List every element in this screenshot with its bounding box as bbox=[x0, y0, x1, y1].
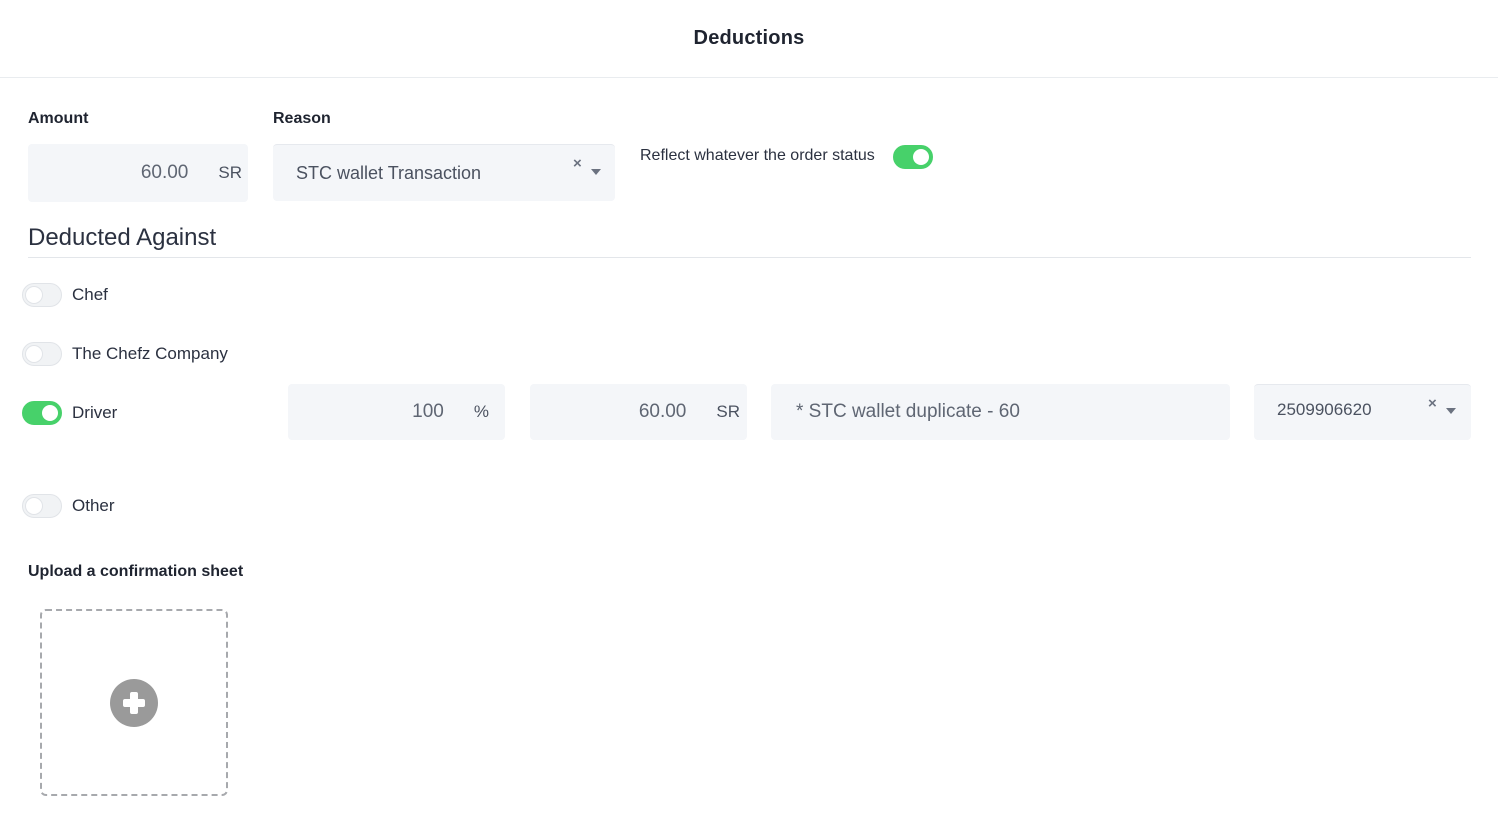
toggle-knob bbox=[42, 405, 58, 421]
reason-value: STC wallet Transaction bbox=[296, 162, 482, 183]
driver-id-clear-icon[interactable]: × bbox=[1428, 395, 1437, 412]
toggle-knob bbox=[26, 346, 42, 362]
plus-circle-icon bbox=[110, 678, 158, 727]
driver-id-value: 2509906620 bbox=[1277, 400, 1372, 419]
upload-label: Upload a confirmation sheet bbox=[28, 563, 244, 580]
toggle-knob bbox=[26, 498, 42, 514]
upload-dropzone[interactable] bbox=[40, 609, 228, 796]
other-label: Other bbox=[72, 496, 115, 515]
percent-unit: % bbox=[473, 402, 489, 421]
reason-select[interactable]: STC wallet Transaction × bbox=[273, 144, 615, 201]
driver-id-select[interactable]: 2509906620 × bbox=[1254, 384, 1471, 440]
driver-toggle[interactable] bbox=[22, 401, 62, 425]
page-title: Deductions bbox=[693, 27, 805, 49]
chefz-company-toggle[interactable] bbox=[22, 342, 62, 366]
driver-amount-unit: SR bbox=[716, 402, 740, 421]
driver-note-input[interactable]: * STC wallet duplicate - 60 bbox=[771, 384, 1230, 440]
driver-note-value: * STC wallet duplicate - 60 bbox=[796, 401, 1020, 422]
reason-clear-icon[interactable]: × bbox=[573, 155, 582, 172]
driver-label: Driver bbox=[72, 403, 118, 422]
amount-value: 60.00 bbox=[140, 162, 189, 183]
deducted-against-title: Deducted Against bbox=[28, 224, 217, 251]
header: Deductions bbox=[0, 0, 1498, 78]
driver-id-chevron-down-icon[interactable] bbox=[1446, 408, 1456, 414]
toggle-knob bbox=[26, 287, 42, 303]
reflect-toggle[interactable] bbox=[893, 145, 933, 169]
driver-percent-value: 100 bbox=[412, 401, 444, 422]
driver-amount-input[interactable]: 60.00 SR bbox=[530, 384, 747, 440]
driver-percent-input[interactable]: 100 % bbox=[288, 384, 505, 440]
reflect-label: Reflect whatever the order status bbox=[640, 147, 875, 164]
section-divider bbox=[28, 257, 1471, 258]
chef-toggle[interactable] bbox=[22, 283, 62, 307]
chef-label: Chef bbox=[72, 285, 108, 304]
reason-chevron-down-icon[interactable] bbox=[591, 169, 601, 175]
chefz-company-label: The Chefz Company bbox=[72, 344, 228, 363]
amount-label: Amount bbox=[28, 110, 89, 127]
toggle-knob bbox=[913, 149, 929, 165]
deductions-page: Deductions Amount 60.00 SR Reason STC wa… bbox=[0, 0, 1498, 818]
amount-input[interactable]: 60.00 SR bbox=[28, 144, 248, 202]
other-toggle[interactable] bbox=[22, 494, 62, 518]
driver-amount-value: 60.00 bbox=[638, 401, 687, 422]
amount-unit: SR bbox=[218, 163, 242, 182]
reason-label: Reason bbox=[273, 110, 331, 127]
